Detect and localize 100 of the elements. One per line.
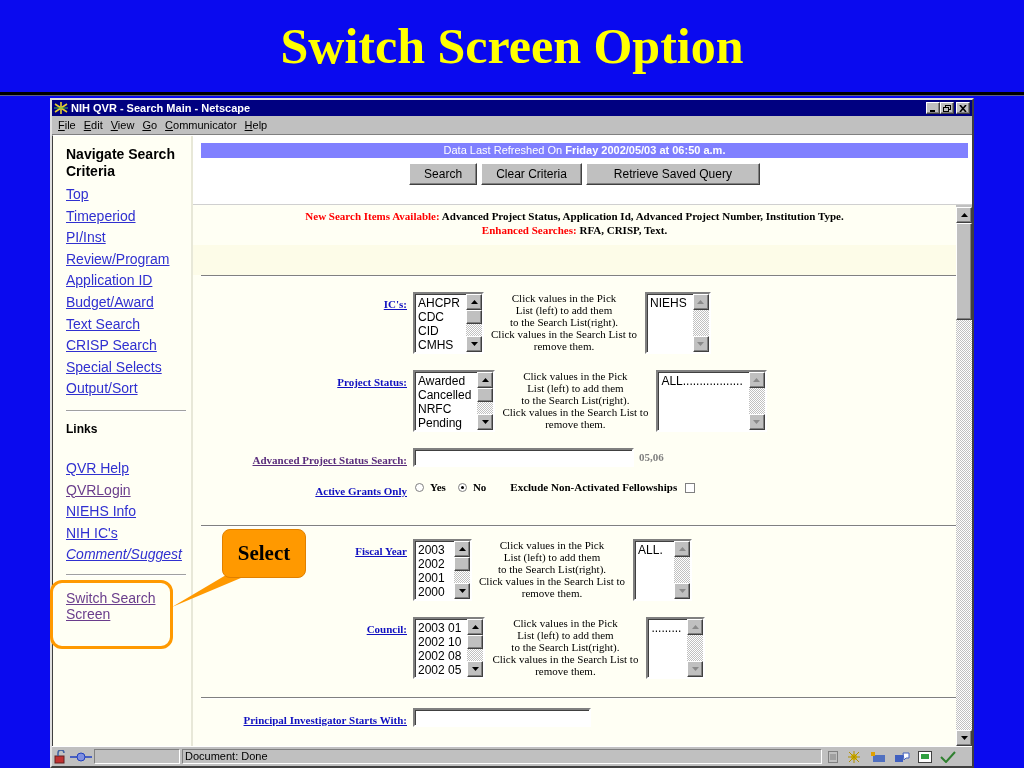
field-label-link[interactable]: Principal Investigator Starts With:	[243, 714, 407, 726]
search-list[interactable]: ALL..................	[656, 370, 767, 432]
field-label-link[interactable]: Advanced Project Status Search:	[252, 454, 407, 466]
list-item[interactable]: 2002 10	[418, 635, 462, 649]
mail-icon[interactable]	[870, 750, 886, 763]
scroll-up-button[interactable]	[467, 619, 484, 635]
scroll-down-button[interactable]	[692, 336, 709, 352]
nav-link[interactable]: Application ID	[66, 270, 153, 292]
list-item[interactable]: NRFC	[418, 402, 472, 416]
scroll-thumb[interactable]	[454, 557, 470, 571]
check-icon[interactable]	[940, 750, 956, 763]
search-list[interactable]: .........	[646, 617, 706, 679]
minimize-button[interactable]	[926, 102, 940, 114]
form-button[interactable]: Retrieve Saved Query	[585, 163, 760, 185]
nav-link[interactable]: Text Search	[66, 313, 140, 336]
scroll-down-button[interactable]	[748, 414, 765, 430]
scrollbar[interactable]	[454, 541, 470, 599]
search-list[interactable]: NIEHS	[645, 292, 711, 354]
scrollbar[interactable]	[687, 619, 704, 677]
scroll-up-button[interactable]	[692, 294, 709, 310]
menu-item[interactable]: Help	[240, 119, 272, 131]
list-item[interactable]: .........	[651, 621, 682, 635]
link[interactable]: QVRLogin	[66, 479, 131, 502]
page-icon[interactable]	[918, 750, 932, 763]
list-item[interactable]: CID	[418, 324, 460, 338]
list-item[interactable]: Pending	[418, 416, 472, 430]
form-button[interactable]: Search	[409, 163, 478, 185]
nav-link[interactable]: CRISP Search	[66, 335, 157, 357]
link[interactable]: NIH IC's	[66, 522, 118, 545]
menu-item[interactable]: View	[106, 119, 139, 131]
list-item[interactable]: 2002	[418, 557, 448, 571]
scroll-up-button[interactable]	[674, 541, 691, 557]
list-item[interactable]: ALL..................	[661, 374, 743, 388]
scroll-down-button[interactable]	[467, 661, 484, 677]
nav-link[interactable]: Top	[66, 184, 89, 206]
scrollbar[interactable]	[692, 294, 709, 352]
list-item[interactable]: 2000	[418, 585, 448, 599]
scroll-thumb[interactable]	[956, 223, 972, 320]
pick-list[interactable]: 2003 2002 2001 2000	[413, 539, 472, 601]
radio-button[interactable]	[415, 483, 424, 492]
text-field[interactable]	[413, 708, 591, 727]
list-item[interactable]: CMHS	[418, 338, 460, 352]
link[interactable]: NIEHS Info	[66, 501, 137, 523]
scroll-down-button[interactable]	[477, 414, 494, 430]
field-label-link[interactable]: IC's:	[383, 298, 407, 310]
restore-button[interactable]	[940, 102, 954, 114]
form-button[interactable]: Clear Criteria	[481, 163, 582, 185]
close-button[interactable]	[956, 102, 970, 114]
scrollbar[interactable]	[748, 372, 765, 430]
list-item[interactable]: 2003 01	[418, 621, 462, 635]
scroll-up-button[interactable]	[477, 372, 494, 388]
nav-link[interactable]: Review/Program	[66, 248, 170, 271]
switch-screen-link[interactable]: Switch Search Screen	[66, 589, 178, 622]
radio-button[interactable]	[457, 483, 467, 492]
field-label-link[interactable]: Active Grants Only	[315, 485, 407, 497]
scroll-thumb[interactable]	[477, 388, 494, 402]
search-list[interactable]: ALL.	[633, 539, 693, 601]
list-item[interactable]: 2001	[418, 571, 448, 585]
menu-item[interactable]: Edit	[79, 119, 107, 131]
field-label-link[interactable]: Council:	[366, 623, 407, 635]
scrollbar[interactable]	[477, 372, 494, 430]
list-item[interactable]: AHCPR	[418, 296, 460, 310]
nav-link[interactable]: PI/Inst	[66, 227, 106, 249]
scroll-thumb[interactable]	[466, 310, 482, 324]
scroll-down-button[interactable]	[454, 583, 470, 599]
field-label-link[interactable]: Project Status:	[337, 376, 407, 388]
nav-link[interactable]: Special Selects	[66, 356, 162, 379]
list-item[interactable]: 2002 05	[418, 663, 462, 677]
checkbox[interactable]	[685, 482, 696, 493]
scroll-down-button[interactable]	[674, 583, 691, 599]
scroll-up-button[interactable]	[956, 207, 972, 223]
scrollbar[interactable]	[956, 207, 972, 746]
scroll-down-button[interactable]	[687, 661, 704, 677]
scrollbar[interactable]	[466, 294, 482, 352]
scrollbar[interactable]	[467, 619, 484, 677]
list-item[interactable]: 2002 08	[418, 649, 462, 663]
menu-item[interactable]: File	[54, 119, 80, 131]
nav-link[interactable]: Output/Sort	[66, 378, 138, 400]
chat-icon[interactable]	[894, 750, 910, 763]
scrollbar[interactable]	[674, 541, 691, 599]
field-label-link[interactable]: Fiscal Year	[355, 545, 407, 557]
pick-list[interactable]: 2003 01 2002 10 2002 08 2002 05	[413, 617, 486, 679]
scroll-thumb[interactable]	[467, 635, 484, 649]
scroll-down-button[interactable]	[466, 336, 482, 352]
pick-list[interactable]: Awarded Cancelled NRFC Pending	[413, 370, 496, 432]
menu-item[interactable]: Communicator	[161, 119, 241, 131]
link[interactable]: QVR Help	[66, 457, 130, 480]
menu-item[interactable]: Go	[138, 119, 162, 131]
scroll-up-button[interactable]	[466, 294, 482, 310]
nav-link[interactable]: Budget/Award	[66, 291, 154, 314]
pick-list[interactable]: AHCPR CDC CID CMHS	[413, 292, 484, 354]
link[interactable]: Comment/Suggest	[66, 544, 182, 566]
list-item[interactable]: Awarded	[418, 374, 472, 388]
nav-link[interactable]: Timeperiod	[66, 205, 136, 228]
scroll-up-button[interactable]	[687, 619, 704, 635]
list-item[interactable]: NIEHS	[650, 296, 687, 310]
list-item[interactable]: CDC	[418, 310, 460, 324]
scroll-down-button[interactable]	[956, 730, 972, 746]
text-field[interactable]	[413, 448, 634, 467]
list-item[interactable]: Cancelled	[418, 388, 472, 402]
